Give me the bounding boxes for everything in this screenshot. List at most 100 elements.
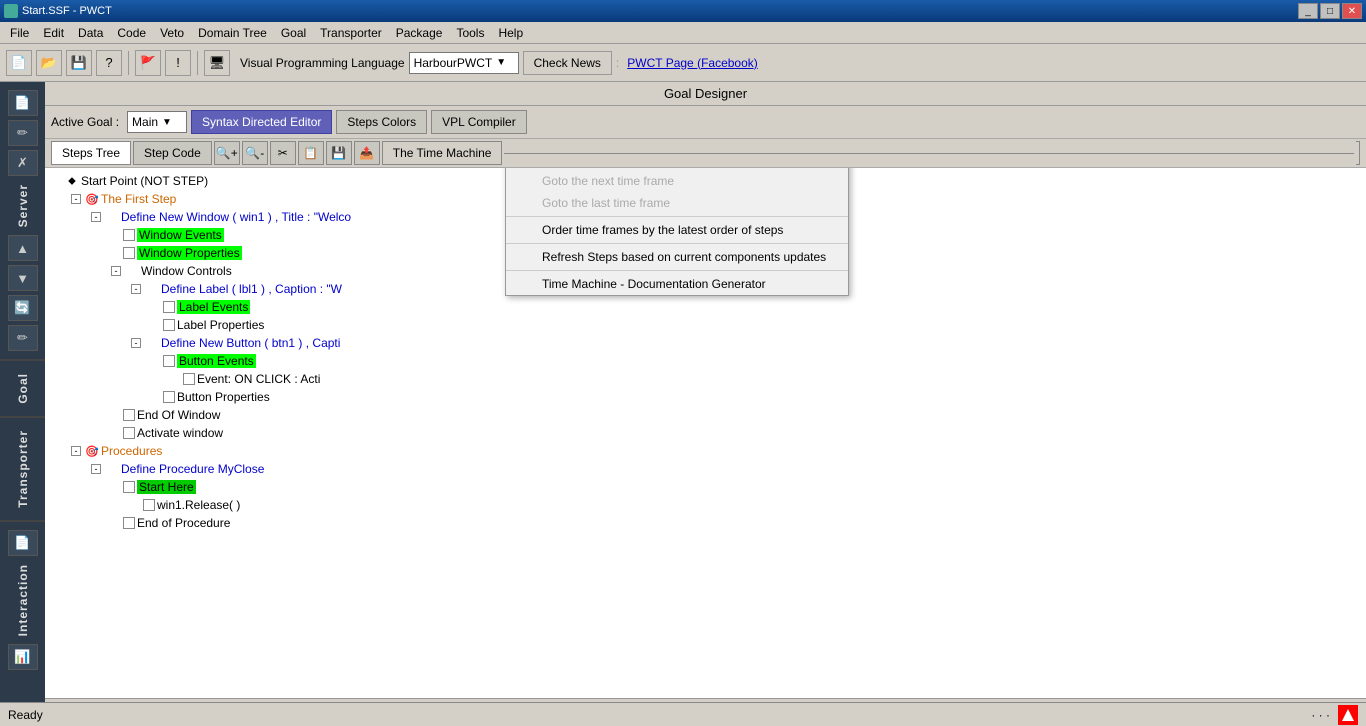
active-goal-select[interactable]: Main ▼ xyxy=(127,111,187,133)
toggle-define-label[interactable]: - xyxy=(131,284,141,294)
window-controls-icon xyxy=(125,264,139,278)
dropdown-item-11: Goto the next time frame xyxy=(506,170,848,192)
tree-text-end-of-window: End Of Window xyxy=(137,408,220,422)
server-icon-edit[interactable]: ✏ xyxy=(8,120,38,146)
save-tree-btn[interactable]: 💾 xyxy=(326,141,352,165)
toggle-first-step[interactable]: - xyxy=(71,194,81,204)
main-area: 📄 ✏ ✗ Server ▲ ▼ 🔄 ✏ Goal Transporter 📄 … xyxy=(0,82,1366,726)
check-news-button[interactable]: Check News xyxy=(523,51,612,75)
tree-node: Button Properties xyxy=(149,388,1358,406)
maximize-button[interactable]: □ xyxy=(1320,3,1340,19)
menu-edit[interactable]: Edit xyxy=(37,24,70,42)
dropdown-item-14[interactable]: Order time frames by the latest order of… xyxy=(506,219,848,241)
tree-text-start-here: Start Here xyxy=(137,480,196,494)
menu-tools[interactable]: Tools xyxy=(450,24,490,42)
open-button[interactable]: 📂 xyxy=(36,50,62,76)
define-label-icon xyxy=(145,282,159,296)
title-bar-text: Start.SSF - PWCT xyxy=(22,5,112,17)
server-icon-refresh[interactable]: 🔄 xyxy=(8,295,38,321)
tree-node: Start Here xyxy=(109,478,1358,496)
tree-text-window-controls: Window Controls xyxy=(141,264,232,278)
server-icon-pen[interactable]: ✏ xyxy=(8,325,38,351)
dropdown-item-16[interactable]: Refresh Steps based on current component… xyxy=(506,246,848,268)
dropdown-sep-4 xyxy=(506,216,848,217)
time-machine-button[interactable]: The Time Machine xyxy=(382,141,503,165)
menu-package[interactable]: Package xyxy=(390,24,449,42)
interaction-icon-2[interactable]: 📊 xyxy=(8,644,38,670)
left-sidebar: 📄 ✏ ✗ Server ▲ ▼ 🔄 ✏ Goal Transporter 📄 … xyxy=(0,82,45,726)
tree-node: End of Procedure xyxy=(109,514,1358,532)
menu-help[interactable]: Help xyxy=(492,24,529,42)
toggle-procedures[interactable]: - xyxy=(71,446,81,456)
tree-text-define-window: Define New Window ( win1 ) , Title : "We… xyxy=(121,210,351,224)
toggle-define-button[interactable]: - xyxy=(131,338,141,348)
content-area: Goal Designer Active Goal : Main ▼ Synta… xyxy=(45,82,1366,726)
interaction-section: 📄 Interaction 📊 xyxy=(0,522,45,726)
zoom-out-btn[interactable]: 🔍- xyxy=(242,141,268,165)
tree-node: Button Events xyxy=(149,352,1358,370)
tree-text-activate-window: Activate window xyxy=(137,426,223,440)
menu-veto[interactable]: Veto xyxy=(154,24,190,42)
tab-bar-1: Active Goal : Main ▼ Syntax Directed Edi… xyxy=(45,106,1366,139)
server-icon-x[interactable]: ✗ xyxy=(8,150,38,176)
tree-node: win1.Release( ) xyxy=(129,496,1358,514)
dropdown-item-label-14: Order time frames by the latest order of… xyxy=(542,223,783,237)
zoom-in-btn[interactable]: 🔍+ xyxy=(214,141,240,165)
menu-goal[interactable]: Goal xyxy=(275,24,312,42)
save-button[interactable]: 💾 xyxy=(66,50,92,76)
tab-steps-tree[interactable]: Steps Tree xyxy=(51,141,131,165)
start-icon: ⬥ xyxy=(65,174,79,188)
menu-code[interactable]: Code xyxy=(111,24,152,42)
tree-node: Label Properties xyxy=(149,316,1358,334)
help-button[interactable]: ? xyxy=(96,50,122,76)
close-window-button[interactable]: ✕ xyxy=(1342,3,1362,19)
tab-steps-colors[interactable]: Steps Colors xyxy=(336,110,427,134)
goal-designer-title: Goal Designer xyxy=(45,82,1366,106)
server-icon-down[interactable]: ▼ xyxy=(8,265,38,291)
dropdown-menu[interactable]: Play as Movie from the first time frame … xyxy=(505,168,849,296)
tree-text-window-properties: Window Properties xyxy=(137,246,242,260)
pwct-link[interactable]: PWCT Page (Facebook) xyxy=(627,56,758,70)
goal-section: Goal xyxy=(0,361,45,418)
cut-btn[interactable]: ✂ xyxy=(270,141,296,165)
dropdown-item-18[interactable]: Time Machine - Documentation Generator xyxy=(506,273,848,295)
tree-node: - 🎯 Procedures xyxy=(69,442,1358,460)
minimize-button[interactable]: _ xyxy=(1298,3,1318,19)
dropdown-item-label-12: Goto the last time frame xyxy=(542,196,670,210)
tree-text-start: Start Point (NOT STEP) xyxy=(81,174,208,188)
title-bar-controls[interactable]: _ □ ✕ xyxy=(1298,3,1362,19)
server-icon-up[interactable]: ▲ xyxy=(8,235,38,261)
warning-button[interactable]: ! xyxy=(165,50,191,76)
server-icon-doc[interactable]: 📄 xyxy=(8,90,38,116)
ready-text: Ready xyxy=(8,708,43,722)
title-bar-left: Start.SSF - PWCT xyxy=(4,4,112,18)
interaction-icon-doc[interactable]: 📄 xyxy=(8,530,38,556)
tree-text-label-events: Label Events xyxy=(177,300,250,314)
tree-text-define-button: Define New Button ( btn1 ) , Capti xyxy=(161,336,340,350)
procedures-icon: 🎯 xyxy=(85,444,99,458)
lang-value: HarbourPWCT xyxy=(414,56,493,70)
tree-text-procedures: Procedures xyxy=(101,444,162,458)
new-button[interactable]: 📄 xyxy=(6,50,32,76)
menu-transporter[interactable]: Transporter xyxy=(314,24,388,42)
tab-step-code[interactable]: Step Code xyxy=(133,141,212,165)
monitor-button[interactable]: 🖥 xyxy=(204,50,230,76)
flag-button[interactable]: 🚩 xyxy=(135,50,161,76)
lang-dropdown[interactable]: HarbourPWCT ▼ xyxy=(409,52,519,74)
toolbar: 📄 📂 💾 ? 🚩 ! 🖥 Visual Programming Languag… xyxy=(0,44,1366,82)
toggle-define-procedure[interactable]: - xyxy=(91,464,101,474)
menu-domain-tree[interactable]: Domain Tree xyxy=(192,24,273,42)
tree-text-win1-release: win1.Release( ) xyxy=(157,498,240,512)
tab-vpl-compiler[interactable]: VPL Compiler xyxy=(431,110,527,134)
dropdown-sep-6 xyxy=(506,270,848,271)
paste-btn[interactable]: 📋 xyxy=(298,141,324,165)
active-goal-value: Main xyxy=(132,115,158,129)
export-btn[interactable]: 📤 xyxy=(354,141,380,165)
tab-syntax-directed-editor[interactable]: Syntax Directed Editor xyxy=(191,110,332,134)
menu-file[interactable]: File xyxy=(4,24,35,42)
tree-text-window-events: Window Events xyxy=(137,228,224,242)
active-goal-label: Active Goal : xyxy=(51,115,119,129)
toggle-window-controls[interactable]: - xyxy=(111,266,121,276)
toggle-define-window[interactable]: - xyxy=(91,212,101,222)
menu-data[interactable]: Data xyxy=(72,24,109,42)
